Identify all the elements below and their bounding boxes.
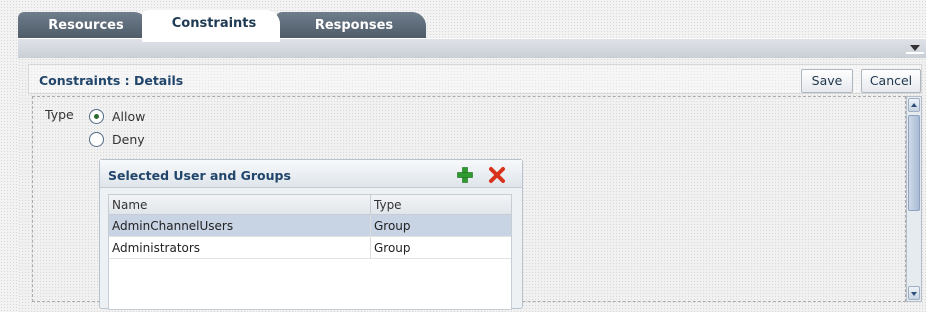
details-content: Type Allow Deny Selected User and Groups	[32, 96, 906, 310]
groups-table: Name Type AdminChannelUsers Group Admini…	[108, 194, 512, 310]
cell-name: AdminChannelUsers	[109, 215, 371, 236]
add-icon[interactable]	[456, 166, 474, 184]
cell-name: Administrators	[109, 237, 371, 258]
tab-constraints[interactable]: Constraints	[142, 10, 280, 42]
tab-constraints-label: Constraints	[171, 16, 257, 31]
radio-allow-label: Allow	[112, 108, 146, 124]
selected-groups-panel: Selected User and Groups Name Type Admin…	[99, 159, 523, 310]
panel-title: Constraints : Details	[39, 73, 184, 88]
panel-header: Constraints : Details Save Cancel	[28, 64, 922, 94]
type-label: Type	[45, 107, 74, 122]
tab-responses-label: Responses	[314, 18, 394, 33]
groups-title: Selected User and Groups	[108, 168, 291, 183]
chevron-down-icon[interactable]	[910, 45, 920, 51]
scroll-thumb[interactable]	[908, 115, 920, 211]
radio-deny-label: Deny	[112, 131, 145, 147]
radio-deny[interactable]: Deny	[89, 130, 145, 148]
table-row[interactable]: AdminChannelUsers Group	[109, 215, 511, 237]
scroll-up-icon[interactable]	[908, 98, 920, 112]
table-row[interactable]: Administrators Group	[109, 237, 511, 259]
tab-resources-label: Resources	[48, 18, 124, 33]
table-header: Name Type	[109, 195, 511, 215]
radio-deny-circle[interactable]	[89, 131, 104, 147]
band-divider	[906, 52, 924, 54]
delete-icon[interactable]	[488, 166, 506, 184]
details-panel: Constraints : Details Save Cancel Type A…	[18, 58, 926, 312]
cell-type: Group	[374, 219, 411, 233]
vertical-scrollbar[interactable]	[906, 96, 922, 302]
cancel-button[interactable]: Cancel	[861, 69, 921, 93]
radio-allow-circle[interactable]	[89, 108, 104, 124]
scroll-down-icon[interactable]	[908, 286, 920, 300]
groups-header: Selected User and Groups	[100, 160, 522, 188]
tab-bar: Resources Constraints Responses	[0, 0, 926, 42]
column-header-name[interactable]: Name	[109, 195, 371, 214]
radio-allow[interactable]: Allow	[89, 107, 145, 125]
cell-type: Group	[374, 241, 411, 255]
column-header-type[interactable]: Type	[371, 195, 402, 214]
save-button[interactable]: Save	[801, 69, 853, 93]
